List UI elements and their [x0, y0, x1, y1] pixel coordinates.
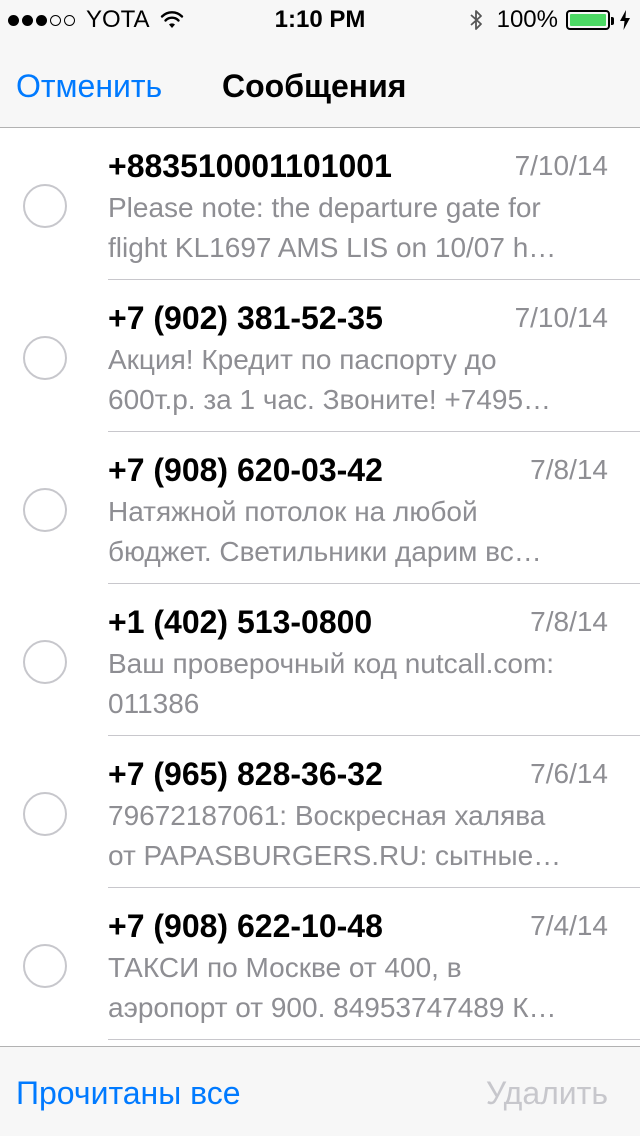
page-title: Сообщения — [222, 68, 407, 104]
message-sender: +7 (908) 620-03-42 — [108, 452, 383, 488]
message-preview-line: 79672187061: Воскресная халява — [108, 800, 546, 831]
message-sender: +7 (908) 622-10-48 — [108, 908, 383, 944]
battery-fill — [570, 14, 606, 26]
message-preview: Ваш проверочный код nutcall.com: 011386 — [108, 644, 608, 724]
message-date: 7/6/14 — [530, 758, 608, 789]
mark-all-read-button[interactable]: Прочитаны все — [16, 1075, 241, 1112]
status-bar: YOTA 1:10 PM 100% — [0, 0, 640, 40]
message-date: 7/10/14 — [514, 302, 608, 333]
message-sender: +883510001101001 — [108, 148, 392, 184]
message-preview: Please note: the departure gate for flig… — [108, 188, 608, 268]
message-preview-line: ТАКСИ по Москве от 400, в — [108, 952, 462, 983]
message-preview: Акция! Кредит по паспорту до 600т.р. за … — [108, 340, 608, 420]
message-date: 7/8/14 — [530, 454, 608, 485]
message-row[interactable]: +7 (908) 620-03-42 7/8/14 Натяжной потол… — [0, 432, 640, 584]
bottom-toolbar: Прочитаны все Удалить — [0, 1046, 640, 1136]
message-preview-line: Натяжной потолок на любой — [108, 496, 478, 527]
delete-button[interactable]: Удалить — [486, 1075, 608, 1112]
battery-icon — [566, 10, 614, 30]
select-checkbox[interactable] — [23, 640, 67, 684]
select-checkbox[interactable] — [23, 336, 67, 380]
message-sender: +7 (902) 381-52-35 — [108, 300, 383, 336]
message-preview-line: 011386 — [108, 688, 200, 719]
message-preview-line: бюджет. Светильники дарим вс… — [108, 536, 542, 567]
select-checkbox[interactable] — [23, 488, 67, 532]
message-preview: 79672187061: Воскресная халява от PAPASB… — [108, 796, 608, 876]
charging-icon — [620, 10, 630, 30]
message-date: 7/8/14 — [530, 606, 608, 637]
message-row[interactable]: +883510001101001 7/10/14 Please note: th… — [0, 128, 640, 280]
message-preview-line: аэропорт от 900. 84953747489 К… — [108, 992, 557, 1023]
message-sender: +7 (965) 828-36-32 — [108, 756, 383, 792]
message-preview-line: от PAPASBURGERS.RU: сытные… — [108, 840, 562, 871]
message-preview-line: 600т.р. за 1 час. Звоните! +7495… — [108, 384, 552, 415]
screen: YOTA 1:10 PM 100% Отменить Сообщения +88… — [0, 0, 640, 1136]
status-right: 100% — [469, 6, 630, 34]
message-row[interactable]: +1 (402) 513-0800 7/8/14 Ваш проверочный… — [0, 584, 640, 736]
message-row[interactable]: +7 (965) 828-36-32 7/6/14 79672187061: В… — [0, 736, 640, 888]
select-checkbox[interactable] — [23, 944, 67, 988]
message-list: +883510001101001 7/10/14 Please note: th… — [0, 128, 640, 1046]
bluetooth-icon — [470, 10, 482, 30]
battery-percent: 100% — [496, 6, 558, 33]
message-preview-line: flight KL1697 AMS LIS on 10/07 h… — [108, 232, 557, 263]
message-sender: +1 (402) 513-0800 — [108, 604, 373, 640]
message-preview-line: Акция! Кредит по паспорту до — [108, 344, 497, 375]
message-preview: Натяжной потолок на любой бюджет. Светил… — [108, 492, 608, 572]
message-preview: ТАКСИ по Москве от 400, в аэропорт от 90… — [108, 948, 608, 1028]
message-row[interactable]: +7 (908) 622-10-48 7/4/14 ТАКСИ по Москв… — [0, 888, 640, 1040]
message-row[interactable]: +7 (902) 381-52-35 7/10/14 Акция! Кредит… — [0, 280, 640, 432]
message-date: 7/10/14 — [514, 150, 608, 181]
select-checkbox[interactable] — [23, 184, 67, 228]
message-date: 7/4/14 — [530, 910, 608, 941]
message-preview-line: Please note: the departure gate for — [108, 192, 541, 223]
battery-tip — [611, 17, 614, 25]
message-preview-line: Ваш проверочный код nutcall.com: — [108, 648, 555, 679]
cancel-button[interactable]: Отменить — [16, 68, 162, 105]
navigation-bar: Отменить Сообщения — [0, 40, 640, 128]
select-checkbox[interactable] — [23, 792, 67, 836]
